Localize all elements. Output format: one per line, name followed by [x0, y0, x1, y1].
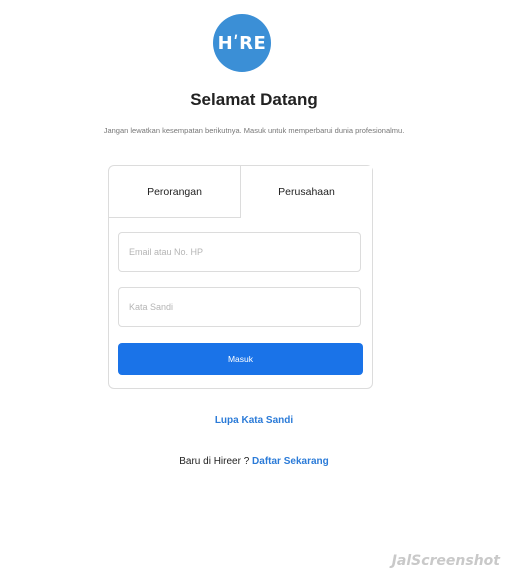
logo-text: HʹRE [217, 32, 267, 54]
register-prompt: Baru di Hireer ? [179, 456, 250, 467]
hire-logo: HʹRE [213, 14, 271, 72]
account-type-tabs: Perorangan Perusahaan [109, 166, 372, 218]
password-field[interactable] [118, 287, 361, 327]
email-field[interactable] [118, 232, 361, 272]
forgot-password-link[interactable]: Lupa Kata Sandi [0, 415, 508, 426]
watermark-text: JalScreenshot [391, 553, 500, 569]
register-link[interactable]: Daftar Sekarang [252, 456, 329, 467]
register-line: Baru di Hireer ? Daftar Sekarang [0, 456, 508, 467]
login-page: HʹRE Selamat Datang Jangan lewatkan kese… [0, 0, 508, 578]
tab-perusahaan[interactable]: Perusahaan [241, 166, 372, 218]
login-card: Perorangan Perusahaan Masuk [108, 165, 373, 389]
watermark-logo: JalScreenshot [392, 553, 500, 569]
page-subtitle: Jangan lewatkan kesempatan berikutnya. M… [103, 126, 405, 135]
login-button[interactable]: Masuk [118, 343, 363, 375]
tab-perorangan[interactable]: Perorangan [109, 166, 241, 218]
page-title: Selamat Datang [190, 90, 318, 109]
